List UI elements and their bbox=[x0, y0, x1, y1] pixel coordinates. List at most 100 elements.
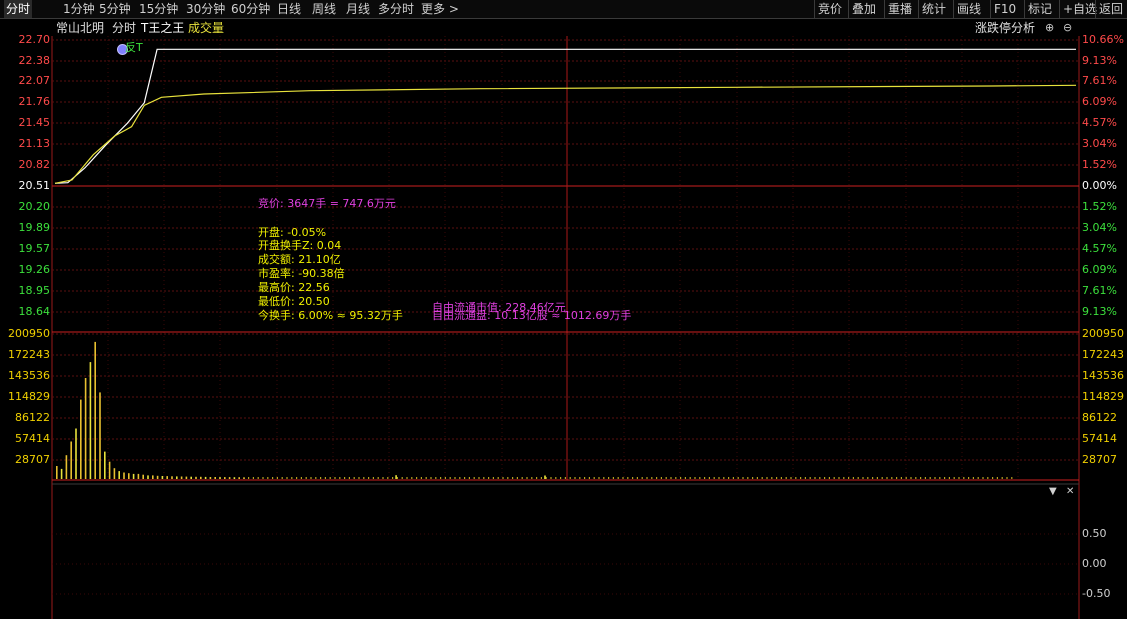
volume-bar bbox=[435, 477, 437, 479]
volume-bar bbox=[329, 477, 331, 479]
volume-bar bbox=[281, 477, 283, 479]
volume-bar bbox=[411, 477, 413, 479]
volume-bar bbox=[118, 471, 120, 479]
volume-bar bbox=[953, 477, 955, 479]
volume-bar bbox=[204, 476, 207, 479]
volume-bar bbox=[550, 477, 552, 479]
period-tab-6[interactable]: 日线 bbox=[275, 0, 303, 18]
volume-bar bbox=[948, 477, 950, 479]
volume-bar bbox=[444, 477, 446, 479]
volume-bar bbox=[1001, 477, 1003, 479]
toolbar-button-5[interactable]: F10 bbox=[994, 0, 1016, 18]
period-tab-8[interactable]: 月线 bbox=[344, 0, 372, 18]
volume-bar bbox=[382, 477, 384, 479]
toolbar-button-1[interactable]: 叠加 bbox=[852, 0, 876, 18]
percent-tick-label: 6.09% bbox=[1082, 263, 1117, 276]
toolbar-button-0[interactable]: 竞价 bbox=[818, 0, 842, 18]
volume-bar bbox=[944, 477, 946, 479]
volume-bar bbox=[718, 477, 720, 479]
volume-bar bbox=[228, 477, 231, 479]
volume-bar bbox=[108, 461, 111, 479]
period-toolbar: 分时 1分钟 5分钟 15分钟 30分钟 60分钟 日线 周线 月线 多分时 更多 > 竞价 叠加 重播统… bbox=[0, 0, 1127, 19]
volume-bar bbox=[195, 476, 197, 479]
minimize-icon[interactable]: ⊖ bbox=[1063, 20, 1072, 36]
volume-bar bbox=[305, 477, 307, 479]
volume-bar bbox=[368, 477, 370, 479]
volume-bar bbox=[723, 477, 725, 479]
close-icon[interactable]: ✕ bbox=[1066, 486, 1074, 497]
volume-bar bbox=[579, 477, 581, 479]
volume-bar bbox=[536, 477, 538, 479]
period-tab-5[interactable]: 60分钟 bbox=[229, 0, 272, 18]
volume-bar bbox=[934, 477, 936, 479]
volume-bar bbox=[464, 477, 466, 479]
toolbar-button-4[interactable]: 画线 bbox=[957, 0, 981, 18]
volume-bar bbox=[262, 477, 264, 479]
period-tab-7[interactable]: 周线 bbox=[310, 0, 338, 18]
volume-bar bbox=[766, 477, 768, 479]
volume-bar bbox=[334, 477, 336, 479]
volume-bar bbox=[459, 477, 461, 479]
volume-bar bbox=[248, 477, 250, 479]
volume-bar bbox=[512, 477, 514, 479]
volume-bar bbox=[526, 477, 528, 479]
price-tick-label: 19.26 bbox=[18, 263, 51, 276]
volume-bar bbox=[276, 477, 278, 479]
volume-bar bbox=[584, 477, 586, 479]
period-tab-4[interactable]: 30分钟 bbox=[184, 0, 227, 18]
price-tick-label: 20.51 bbox=[18, 179, 51, 192]
settings-icon[interactable]: ⊕ bbox=[1045, 20, 1054, 36]
period-tab-3[interactable]: 15分钟 bbox=[137, 0, 180, 18]
period-tab-1[interactable]: 1分钟 bbox=[61, 0, 97, 18]
toolbar-divider bbox=[1095, 0, 1096, 18]
price-tick-label: 22.07 bbox=[18, 74, 51, 87]
volume-bar bbox=[310, 477, 312, 479]
volume-bar bbox=[320, 477, 322, 479]
volume-tick-label: 86122 bbox=[1082, 411, 1117, 424]
volume-bar bbox=[516, 477, 518, 479]
volume-bar bbox=[972, 477, 974, 479]
volume-bar bbox=[348, 477, 350, 479]
toolbar-button-8[interactable]: 返回 bbox=[1099, 0, 1123, 18]
price-tick-label: 21.13 bbox=[18, 137, 51, 150]
auction-info: 竞价: 3647手 = 747.6万元 bbox=[258, 197, 396, 210]
toolbar-button-3[interactable]: 统计 bbox=[922, 0, 946, 18]
volume-tick-label: 57414 bbox=[1082, 432, 1117, 445]
volume-bar bbox=[636, 477, 638, 479]
volume-bar bbox=[833, 477, 835, 479]
price-tick-label: 19.57 bbox=[18, 242, 51, 255]
volume-bar bbox=[713, 477, 715, 479]
indicator-name[interactable]: T王之王 bbox=[141, 20, 184, 36]
volume-bar bbox=[555, 477, 557, 479]
percent-tick-label: 1.52% bbox=[1082, 200, 1117, 213]
price-tick-label: 18.64 bbox=[18, 305, 51, 318]
limit-analysis-button[interactable]: 涨跌停分析 bbox=[975, 20, 1035, 36]
volume-bar bbox=[94, 341, 96, 479]
volume-bar bbox=[665, 477, 667, 479]
volume-bar bbox=[128, 473, 130, 479]
volume-bar bbox=[708, 477, 710, 479]
period-tab-2[interactable]: 5分钟 bbox=[97, 0, 133, 18]
toolbar-button-2[interactable]: 重播 bbox=[888, 0, 912, 18]
volume-bar bbox=[99, 392, 101, 479]
period-tab-0[interactable]: 分时 bbox=[4, 0, 33, 18]
volume-bar bbox=[377, 477, 379, 479]
volume-bar bbox=[790, 477, 792, 479]
period-tab-10[interactable]: 更多 > bbox=[419, 0, 461, 18]
percent-tick-label: 7.61% bbox=[1082, 284, 1117, 297]
period-tab-9[interactable]: 多分时 bbox=[376, 0, 416, 18]
volume-bar bbox=[771, 477, 773, 479]
volume-bar bbox=[156, 475, 159, 479]
volume-bar bbox=[800, 477, 802, 479]
volume-bar bbox=[819, 477, 821, 479]
volume-bar bbox=[900, 477, 902, 479]
volume-bar bbox=[622, 477, 624, 479]
high-price: 最高价: 22.56 bbox=[258, 281, 330, 294]
volume-bar bbox=[564, 477, 566, 479]
toolbar-button-7[interactable]: +自选 bbox=[1063, 0, 1097, 18]
toolbar-divider bbox=[953, 0, 954, 18]
volume-bar bbox=[785, 477, 787, 479]
volume-bar bbox=[190, 476, 192, 479]
toolbar-button-6[interactable]: 标记 bbox=[1028, 0, 1052, 18]
dropdown-icon[interactable]: ▼ bbox=[1049, 486, 1057, 497]
